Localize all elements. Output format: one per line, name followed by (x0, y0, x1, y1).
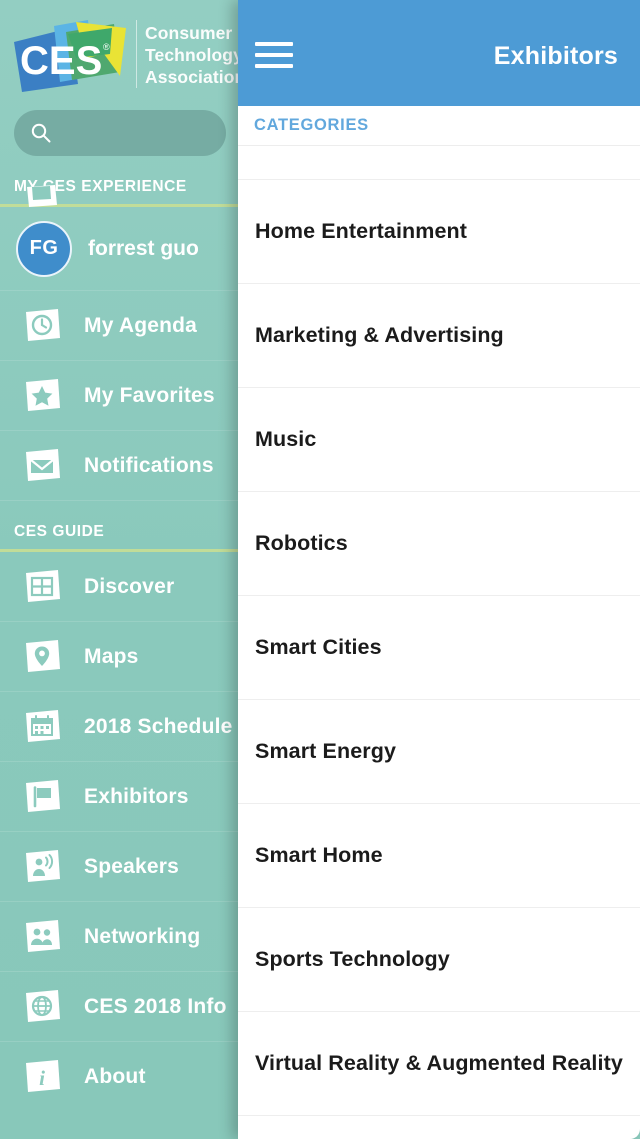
sidebar-item-ces-2018-info[interactable]: CES 2018 Info (0, 972, 240, 1042)
categories-section-header: CATEGORIES (238, 106, 640, 146)
association-line-2: Technology (145, 45, 240, 65)
sidebar-item-label: Speakers (84, 854, 180, 878)
category-label: Smart Cities (255, 635, 382, 659)
speaker-person-icon (22, 847, 62, 887)
app-topbar: Exhibitors (238, 0, 640, 106)
association-line-3: Association (145, 67, 240, 87)
category-label: Smart Home (255, 843, 383, 867)
sidebar-item-about[interactable]: i About (0, 1042, 240, 1112)
star-icon (22, 376, 62, 416)
page-title: Exhibitors (493, 41, 618, 70)
hamburger-icon[interactable] (252, 33, 296, 77)
section-title-ces-guide: CES GUIDE (14, 523, 105, 540)
sidebar-item-label: My Agenda (84, 313, 198, 337)
calendar-icon (22, 707, 62, 747)
sidebar-item-label: My Favorites (84, 383, 215, 407)
brand-header: CES ® Consumer Technology Association (0, 0, 240, 112)
sidebar-item-label: Maps (84, 644, 139, 668)
category-label: Home Entertainment (255, 219, 468, 243)
ces-logo-icon: CES ® (8, 14, 136, 98)
categories-list[interactable]: Gaming Home Entertainment Marketing & Ad… (238, 146, 640, 1139)
flag-icon (22, 777, 62, 817)
sidebar-item-label: Networking (84, 924, 201, 948)
clock-icon (22, 306, 62, 346)
association-line-1: Consumer (145, 23, 233, 43)
avatar: FG (16, 220, 72, 277)
map-pin-icon (22, 637, 62, 677)
list-item[interactable]: Sports Technology (238, 908, 640, 1012)
sidebar-item-label: Discover (84, 574, 175, 598)
list-item-partial[interactable]: Gaming (238, 146, 640, 180)
sidebar-item-profile[interactable]: FG forrest guo (0, 185, 240, 291)
list-item[interactable]: Smart Home (238, 804, 640, 908)
globe-icon (22, 987, 62, 1027)
sidebar-item-discover[interactable]: Discover (0, 552, 240, 622)
people-icon (22, 917, 62, 957)
search-container (0, 110, 240, 156)
sidebar-item-label: Exhibitors (84, 784, 189, 808)
info-icon: i (22, 1057, 62, 1097)
association-name: Consumer Technology Association (145, 14, 240, 88)
category-label: Smart Energy (255, 739, 397, 763)
sidebar-item-2018-schedule[interactable]: 2018 Schedule (0, 692, 240, 762)
svg-text:CES: CES (20, 39, 102, 83)
list-item[interactable]: Music (238, 388, 640, 492)
sidebar-item-networking[interactable]: Networking (0, 902, 240, 972)
category-label: Sports Technology (255, 947, 450, 971)
list-item[interactable]: Home Entertainment (238, 180, 640, 284)
search-icon (30, 122, 52, 144)
sidebar-item-label: CES 2018 Info (84, 994, 227, 1018)
list-item[interactable]: Smart Energy (238, 700, 640, 804)
list-item[interactable]: Marketing & Advertising (238, 284, 640, 388)
grid-icon (22, 567, 62, 607)
envelope-icon (22, 446, 62, 486)
search-box[interactable] (14, 110, 226, 156)
list-item[interactable]: Virtual Reality & Augmented Reality (238, 1012, 640, 1116)
sidebar-item-label: About (84, 1065, 146, 1088)
category-label: Music (255, 427, 317, 451)
sidebar-item-maps[interactable]: Maps (0, 622, 240, 692)
svg-text:i: i (39, 1066, 45, 1090)
hamburger-bar-3 (255, 64, 293, 68)
sidebar-drawer: CES ® Consumer Technology Association MY… (0, 0, 240, 1139)
sidebar-item-notifications[interactable]: Notifications (0, 431, 240, 501)
sidebar-item-speakers[interactable]: Speakers (0, 832, 240, 902)
sidebar-content: CES ® Consumer Technology Association MY… (0, 0, 240, 1112)
svg-text:®: ® (103, 42, 110, 52)
sidebar-item-my-favorites[interactable]: My Favorites (0, 361, 240, 431)
search-input[interactable] (62, 124, 202, 142)
profile-name: forrest guo (88, 236, 199, 260)
sidebar-item-exhibitors[interactable]: Exhibitors (0, 762, 240, 832)
sidebar-item-label: Notifications (84, 453, 214, 477)
hamburger-bar-1 (255, 42, 293, 46)
app-root: CES ® Consumer Technology Association MY… (0, 0, 640, 1139)
category-label: Marketing & Advertising (255, 323, 504, 347)
category-label: Robotics (255, 531, 348, 555)
list-item[interactable]: Smart Cities (238, 596, 640, 700)
sidebar-item-label: 2018 Schedule (84, 714, 233, 738)
sidebar-item-my-agenda[interactable]: My Agenda (0, 291, 240, 361)
hamburger-bar-2 (255, 53, 293, 57)
category-label: Virtual Reality & Augmented Reality (255, 1051, 623, 1075)
main-panel: Exhibitors CATEGORIES Gaming Home Entert… (238, 0, 640, 1139)
brand-divider (136, 20, 137, 88)
clipped-scroll-icon (24, 185, 58, 219)
list-item[interactable]: Robotics (238, 492, 640, 596)
